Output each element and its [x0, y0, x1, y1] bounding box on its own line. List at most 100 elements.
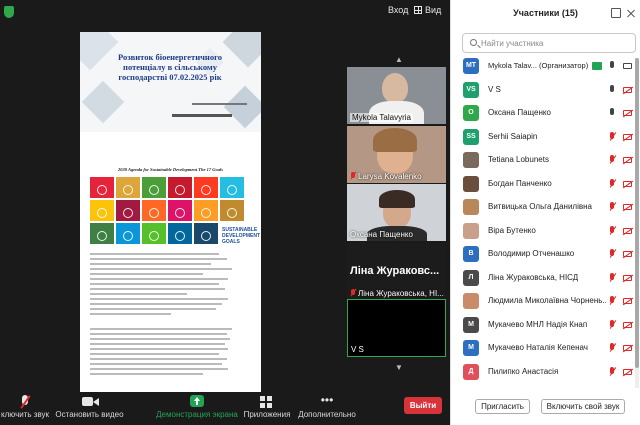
video-off-icon — [623, 251, 632, 257]
document-subtitle-line — [192, 103, 247, 105]
text-line — [90, 258, 227, 260]
text-line — [90, 343, 226, 345]
video-name: Ліна Жураковська, НІ... — [350, 289, 444, 298]
share-screen-button[interactable]: Демонстрация экрана — [155, 392, 239, 425]
text-line — [90, 353, 219, 355]
muted-mic-icon — [17, 394, 33, 410]
video-name-label: Ліна Жураковська, НІ... — [358, 289, 444, 298]
muted-mic-icon — [608, 249, 616, 259]
decor-diamond — [223, 85, 261, 129]
mute-button[interactable]: ключить звук — [0, 392, 50, 425]
sdg-goal-tile — [168, 223, 192, 244]
text-line — [90, 328, 232, 330]
participant-row[interactable]: Віра Бутенко — [451, 219, 637, 243]
muted-mic-icon — [608, 296, 616, 306]
scroll-up-arrow-icon[interactable]: ▲ — [395, 55, 403, 64]
text-line — [90, 363, 223, 365]
view-grid-icon — [414, 6, 422, 14]
security-shield-icon[interactable] — [4, 6, 14, 18]
view-label: Вид — [425, 5, 442, 15]
text-line — [90, 348, 229, 350]
video-tile[interactable]: Оксана Пащенко — [347, 184, 446, 241]
participant-row[interactable]: Витвицька Ольга Данилівна — [451, 195, 637, 219]
muted-mic-icon — [608, 155, 616, 165]
leave-button[interactable]: Выйти — [404, 397, 442, 414]
mic-icon — [608, 61, 616, 71]
sdg-goal-tile — [90, 223, 114, 244]
sdg-goal-tile — [116, 177, 140, 198]
participant-row[interactable]: Д Пилипко Анастасія — [451, 360, 637, 384]
more-dots-icon: ••• — [320, 393, 334, 407]
text-line — [90, 333, 227, 335]
scroll-down-arrow-icon[interactable]: ▼ — [395, 363, 403, 372]
participant-name: Мукачево Наталія Кепенач — [488, 343, 588, 352]
participant-search[interactable] — [462, 33, 636, 53]
participant-row[interactable]: О Оксана Пащенко — [451, 101, 637, 125]
invite-button[interactable]: Пригласить — [475, 399, 530, 414]
participant-row[interactable]: М Мукачево МНЛ Надія Кнап — [451, 313, 637, 337]
meeting-topbar: Вход Вид — [0, 0, 450, 24]
stop-video-button[interactable]: Остановить видео — [52, 392, 127, 425]
participant-row[interactable]: М Мукачево Наталія Кепенач — [451, 336, 637, 360]
video-tile-active-speaker[interactable]: V S — [347, 299, 446, 357]
sdg-goal-tile — [168, 177, 192, 198]
sdg-goal-tile — [142, 177, 166, 198]
participant-row[interactable]: VS V S — [451, 78, 637, 102]
apps-button[interactable]: Приложения — [243, 392, 291, 425]
muted-mic-icon — [608, 343, 616, 353]
video-off-icon — [623, 227, 632, 234]
more-button[interactable]: ••• Дополнительно — [293, 392, 361, 425]
shared-screen-document[interactable]: Розвиток біоенергетичного потенціалу в с… — [80, 32, 261, 394]
text-line — [90, 288, 226, 290]
participant-name: Serhii Saiapin — [488, 131, 538, 141]
search-input[interactable] — [481, 36, 631, 50]
video-tile[interactable]: Mykola Talavyria — [347, 67, 446, 124]
avatar: Л — [463, 269, 479, 286]
apps-grid-icon — [260, 394, 274, 410]
text-line — [90, 358, 227, 360]
apps-label: Приложения — [243, 410, 291, 419]
text-line — [90, 368, 229, 370]
share-label: Демонстрация экрана — [156, 410, 238, 419]
scrollbar-thumb[interactable] — [635, 58, 639, 368]
muted-mic-icon — [608, 225, 616, 236]
participants-panel: Участники (15) MTMykola Talav... (Органи… — [450, 0, 640, 425]
text-line — [90, 278, 229, 280]
participant-row[interactable]: SS Serhii Saiapin — [451, 125, 637, 149]
video-tile[interactable]: Larysa Kovalenko — [347, 126, 446, 183]
muted-mic-icon — [350, 289, 356, 297]
sdg-goal-tile — [220, 200, 244, 221]
sdg-goal-tile — [142, 200, 166, 221]
avatar — [463, 293, 479, 309]
view-button[interactable]: Вид — [414, 5, 441, 15]
participant-row[interactable]: В Володимир Отченашко — [451, 242, 637, 266]
participant-row[interactable]: Л Ліна Жураковська, НІСД — [451, 266, 637, 290]
video-off-icon — [623, 110, 632, 116]
collapse-icon[interactable] — [626, 8, 636, 18]
unmute-self-button[interactable]: Включить свой звук — [541, 399, 625, 414]
participant-row[interactable]: MT Mykola Talav... (Организатор) — [451, 54, 637, 78]
participant-row[interactable]: Людмила Миколаївна Чорнень... — [451, 289, 637, 313]
document-text-block — [80, 244, 261, 375]
muted-mic-icon — [350, 172, 356, 180]
share-arrow-icon — [190, 394, 204, 410]
sdg-goal-tile — [90, 177, 114, 198]
participant-row[interactable]: Tetiana Lobunets — [451, 148, 637, 172]
avatar: В — [463, 246, 479, 262]
avatar: М — [463, 340, 479, 356]
avatar: Д — [463, 363, 479, 380]
signin-button[interactable]: Вход — [388, 5, 408, 15]
video-off-icon — [623, 298, 632, 304]
participant-list-scrollbar[interactable] — [635, 58, 639, 388]
video-off-icon — [623, 180, 632, 187]
avatar: М — [463, 316, 479, 333]
video-tile[interactable]: Ліна Жураковс... Ліна Жураковська, НІ... — [347, 243, 446, 300]
video-name: Mykola Talavyria — [350, 113, 413, 122]
video-off-icon — [623, 86, 632, 93]
text-line — [90, 338, 231, 340]
participant-row[interactable]: Богдан Панченко — [451, 172, 637, 196]
avatar: SS — [463, 128, 479, 145]
mic-icon — [608, 108, 616, 118]
sdg-goal-tile — [116, 223, 140, 244]
popout-icon[interactable] — [611, 8, 621, 18]
